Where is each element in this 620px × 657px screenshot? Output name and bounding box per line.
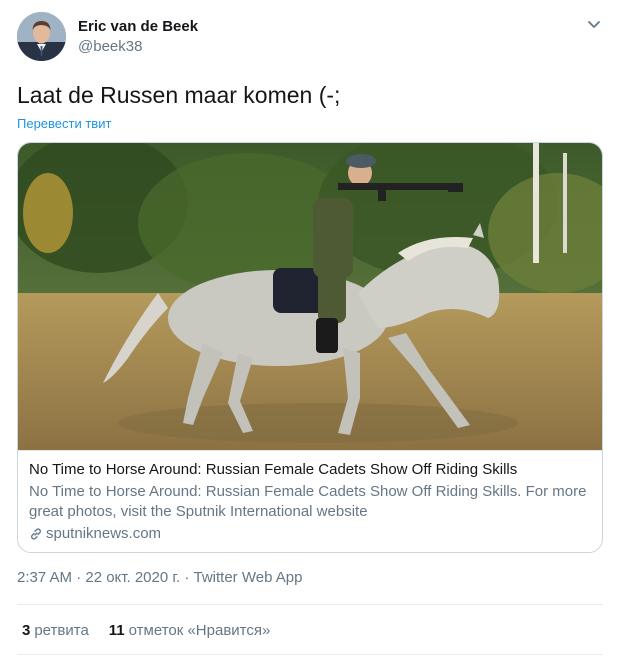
card-title: No Time to Horse Around: Russian Female …: [29, 461, 518, 478]
author-display-name[interactable]: Eric van de Beek: [78, 17, 198, 37]
card-description: No Time to Horse Around: Russian Female …: [29, 483, 587, 520]
divider: [17, 604, 603, 605]
tweet-stats: 3 ретвита 11 отметок «Нравится»: [22, 622, 270, 639]
likes-label: отметок «Нравится»: [128, 622, 271, 639]
likes-count: 11: [108, 622, 125, 639]
tweet-text: Laat de Russen maar komen (-;: [17, 82, 341, 108]
retweets-count: 3: [22, 622, 31, 639]
translate-tweet-link[interactable]: Перевести твит: [17, 116, 111, 131]
card-image[interactable]: [18, 143, 602, 450]
link-icon: [31, 528, 41, 540]
likes-stat[interactable]: 11 отметок «Нравится»: [109, 622, 271, 639]
author-names: Eric van de Beek @beek38: [78, 17, 198, 57]
avatar[interactable]: [17, 12, 66, 61]
tweet-header: Eric van de Beek @beek38: [17, 12, 607, 64]
link-card[interactable]: No Time to Horse Around: Russian Female …: [17, 142, 603, 553]
author-handle[interactable]: @beek38: [78, 37, 198, 57]
retweets-stat[interactable]: 3 ретвита: [22, 622, 89, 639]
card-domain-text: sputniknews.com: [46, 525, 162, 542]
retweets-label: ретвита: [34, 622, 89, 639]
avatar-image: [17, 12, 66, 61]
chevron-down-icon[interactable]: [585, 16, 603, 34]
bottom-divider: [17, 654, 603, 655]
card-body[interactable]: No Time to Horse Around: Russian Female …: [18, 450, 602, 552]
card-domain: sputniknews.com: [29, 524, 593, 544]
tweet-timestamp[interactable]: 2:37 AM · 22 окт. 2020 г. · Twitter Web …: [17, 569, 302, 586]
